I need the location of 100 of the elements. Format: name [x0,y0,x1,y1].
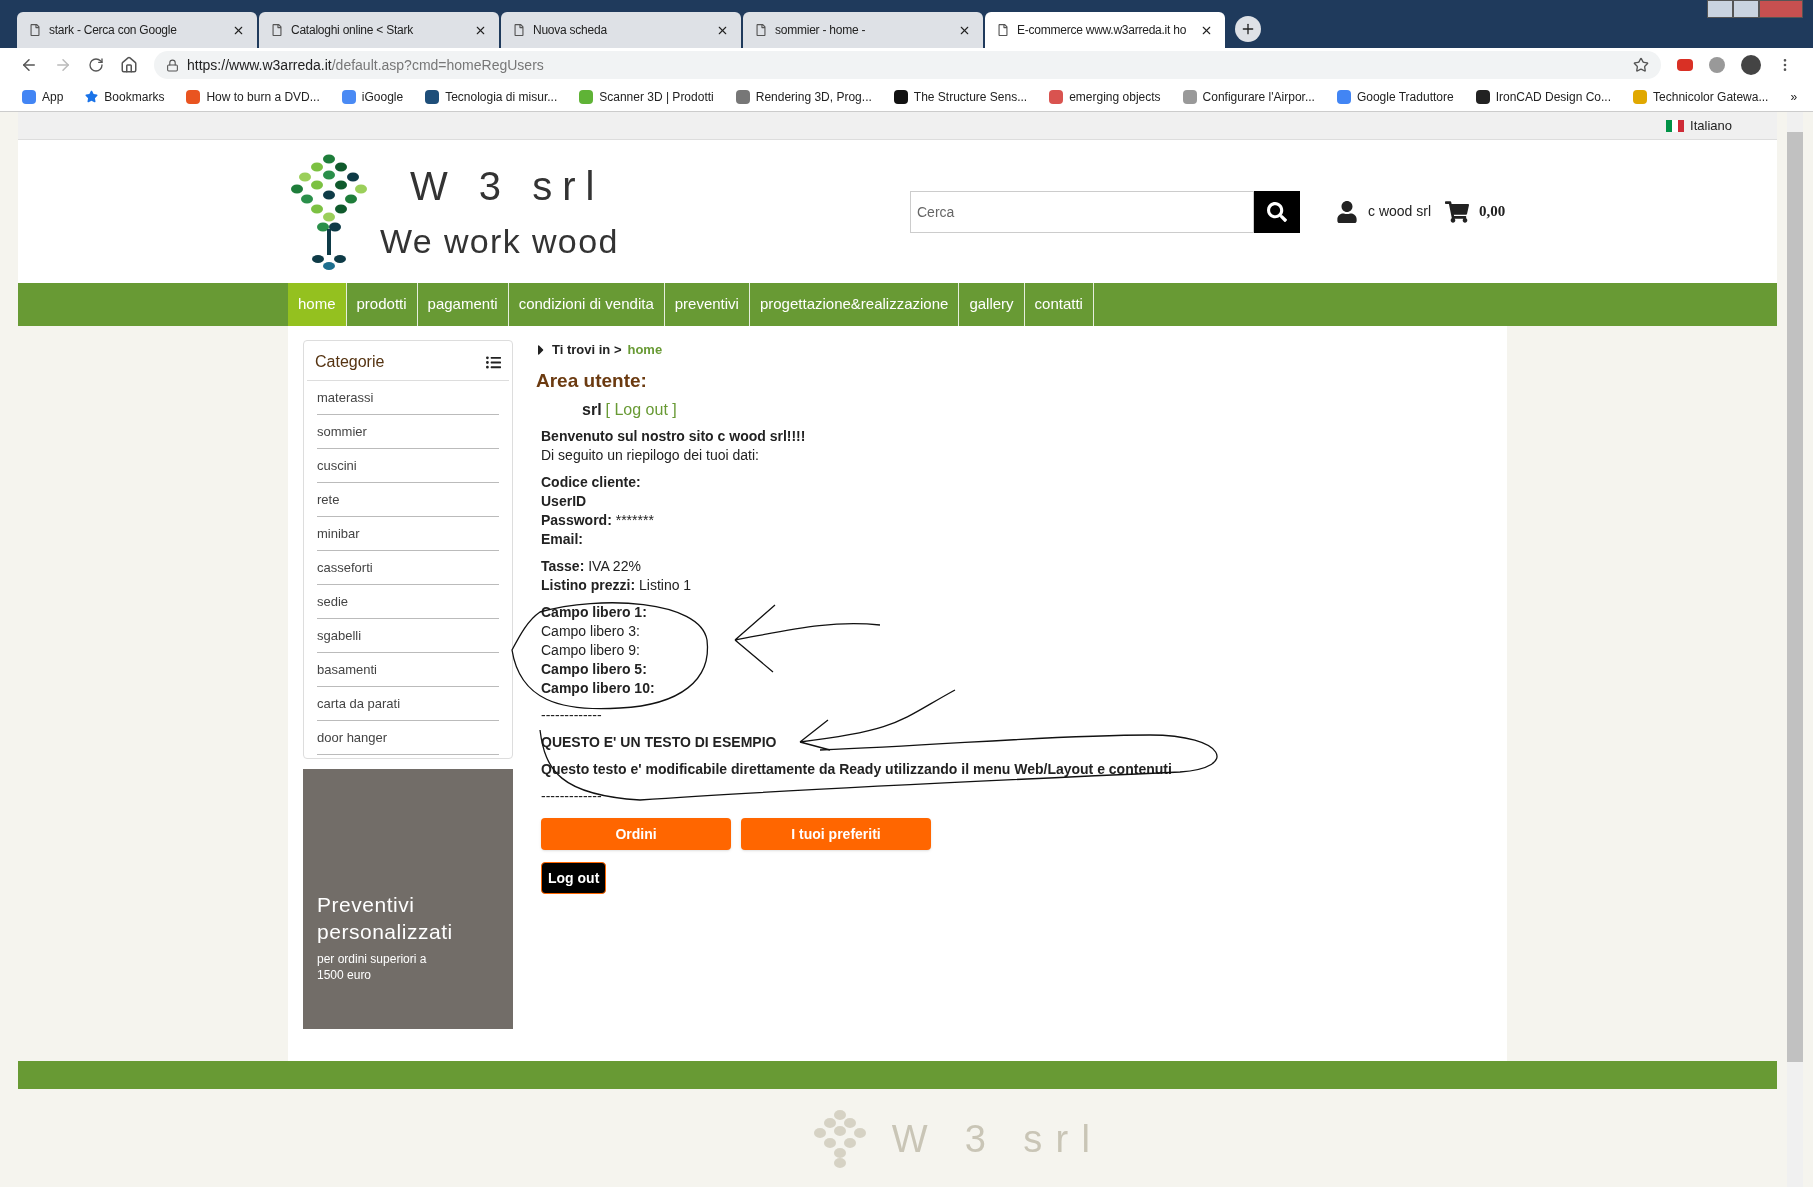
category-link[interactable]: cuscini [317,449,499,483]
bookmark-item[interactable]: IronCAD Design Co... [1475,87,1612,106]
user-icon [1336,200,1358,223]
banner-title: Preventivi personalizzati [317,892,454,945]
bookmark-star-icon[interactable] [1633,57,1649,73]
home-icon[interactable] [120,56,138,74]
language-selector[interactable]: Italiano [1666,115,1732,136]
bookmark-item[interactable]: Configurare l'Airpor... [1182,87,1315,106]
tab-title: sommier - home - [775,22,867,39]
category-link[interactable]: door hanger [317,721,499,755]
category-link[interactable]: carta da parati [317,687,499,721]
new-tab-button[interactable] [1235,16,1261,42]
back-icon[interactable] [20,56,38,74]
page-icon [271,24,283,36]
tab-title: E-commerce www.w3arreda.it ho [1017,22,1188,39]
browser-tab[interactable]: sommier - home - [743,12,983,48]
user-name[interactable]: c wood srl [1368,201,1432,222]
search-field[interactable]: Cerca [910,190,1254,233]
plus-icon [1240,21,1256,37]
scrollbar[interactable] [1787,112,1803,1187]
site-icon [1633,89,1648,104]
bookmark-item[interactable]: Tecnologia di misur... [425,87,558,106]
logo-name: W 3 srl [409,163,606,210]
cart-icon[interactable] [1445,200,1470,223]
info-line: Email: [541,530,584,549]
page-heading: Area utente: [536,371,648,390]
info-line: ------------- [541,706,603,725]
more-bookmarks[interactable]: » [1790,87,1798,106]
breadcrumb-label: Ti trovi in > [552,341,622,359]
tab-title: Nuova scheda [533,22,608,39]
flag-icon [1666,119,1685,132]
extension-icon[interactable] [1709,57,1725,73]
site-icon [1475,89,1490,104]
bookmark-item[interactable]: The Structure Sens... [893,87,1028,106]
page-icon [997,24,1009,36]
site-icon [22,89,36,104]
profile-avatar[interactable] [1741,55,1761,75]
bookmark-item[interactable]: iGoogle [341,87,404,106]
site-icon [735,89,750,104]
lock-icon [166,58,179,72]
bookmark-item[interactable]: Technicolor Gatewa... [1633,87,1769,106]
bookmark-item[interactable]: App [22,87,64,106]
site-icon [1182,89,1197,104]
site-icon [425,89,440,104]
search-icon [1267,201,1287,222]
tab-title: stark - Cerca con Google [49,22,178,39]
info-line: Codice cliente: [541,473,642,492]
info-line: Di seguito un riepilogo dei tuoi dati: [541,446,760,465]
banner-subtitle: per ordini superiori a 1500 euro [317,951,427,983]
info-line: Campo libero 1: [541,603,648,622]
address-field[interactable]: https://www.w3arreda.it/default.asp?cmd=homeRegUsers [154,51,1661,79]
info-line: Campo libero 3: [541,622,641,641]
info-line: Password: ******* [541,511,655,530]
search-button[interactable] [1254,190,1300,233]
bookmark-item[interactable]: Rendering 3D, Prog... [735,87,872,106]
site-icon [186,89,201,104]
tree-logo-icon [290,152,368,271]
reload-icon[interactable] [88,57,104,73]
site-icon [1049,89,1064,104]
category-link[interactable]: basamenti [317,653,499,687]
tree-logo-icon [811,1109,868,1169]
category-link[interactable]: sedie [317,585,499,619]
bookmark-item[interactable]: How to burn a DVD... [186,87,320,106]
info-line: Tasse: IVA 22% [541,557,642,576]
bookmark-item[interactable]: Scanner 3D | Prodotti [579,87,714,106]
browser-tab[interactable]: stark - Cerca con Google [17,12,257,48]
browser-tab[interactable]: Nuova scheda [501,12,741,48]
mail-icon[interactable] [1677,59,1693,71]
promo-banner[interactable]: Preventivi personalizzati per ordini superiori a 1500 euro [303,769,513,1029]
category-link[interactable]: sommier [317,415,499,449]
category-link[interactable]: rete [317,483,499,517]
category-link[interactable]: materassi [317,381,499,415]
logout-button[interactable]: Log out [541,862,607,894]
category-link[interactable]: casseforti [317,551,499,585]
info-line: Benvenuto sul nostro sito c wood srl!!!! [541,427,807,446]
list-icon [486,354,501,370]
browser-tab[interactable]: E-commerce www.w3arreda.it ho [985,12,1225,48]
footer-logo-text: W 3 srl [891,1116,1104,1162]
info-line: Campo libero 9: [541,641,641,660]
info-line: Campo libero 5: [541,660,648,679]
page-icon [755,24,767,36]
browser-tab[interactable]: Cataloghi online < Stark [259,12,499,48]
star-icon [85,90,99,103]
url-text: https://www.w3arreda.it/default.asp?cmd=homeRegUsers [187,55,544,75]
info-line: UserID [541,492,588,511]
category-link[interactable]: minibar [317,517,499,551]
bookmark-item[interactable]: emerging objects [1049,87,1161,106]
page-icon [29,24,41,36]
panel-title: Categorie [315,352,385,372]
maximize-button[interactable] [1733,0,1759,18]
bookmark-item[interactable]: Bookmarks [85,87,165,106]
info-line: Campo libero 10: [541,679,656,698]
category-link[interactable]: sgabelli [317,619,499,653]
cart-total: 0,00 [1479,202,1506,222]
site-icon [893,89,908,104]
info-line: ------------- [541,787,603,806]
bookmark-item[interactable]: Google Traduttore [1336,87,1454,106]
site-icon [341,89,356,104]
info-line: Listino prezzi: Listino 1 [541,576,693,595]
minimize-button[interactable] [1707,0,1733,18]
